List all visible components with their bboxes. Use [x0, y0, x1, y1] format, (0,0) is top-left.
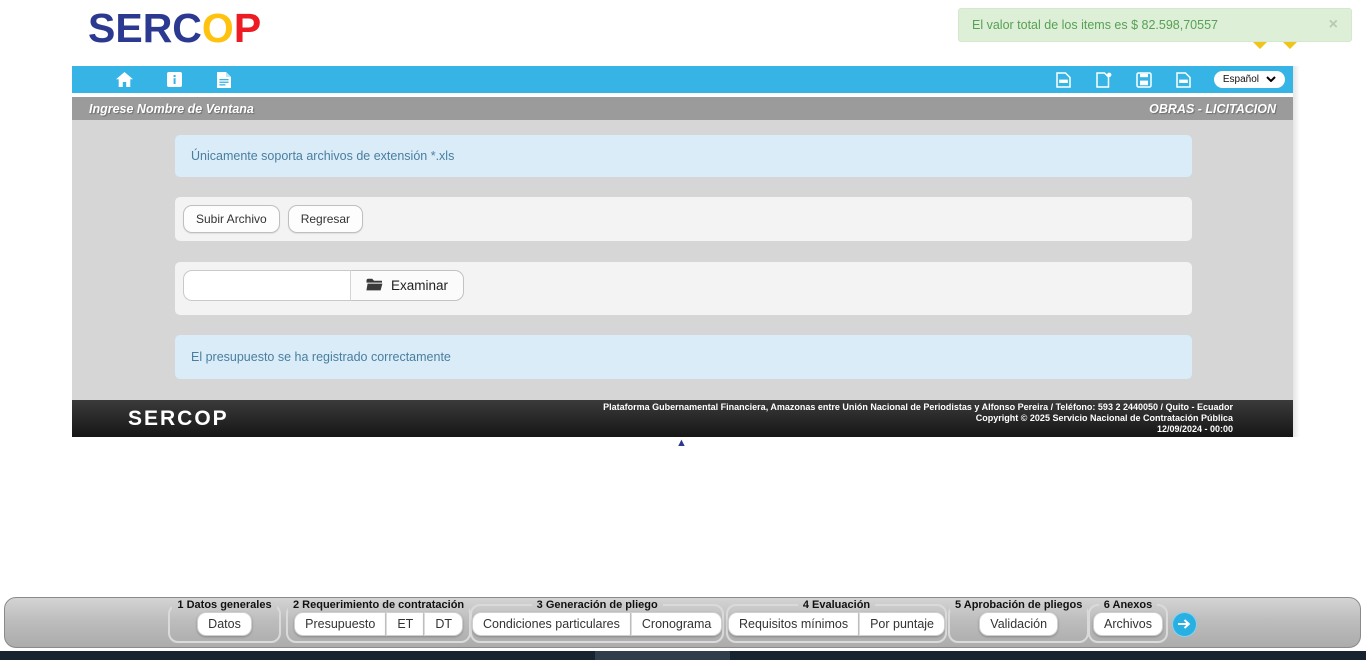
- app-window: SERCOP El valor total de los items es $ …: [0, 0, 1366, 660]
- step-group-label: 4 Evaluación: [798, 599, 875, 611]
- step-group-label: 2 Requerimiento de contratación: [288, 599, 469, 611]
- step-buttons: Presupuesto ET DT: [288, 612, 469, 636]
- step-group-label: 6 Anexos: [1099, 599, 1158, 611]
- chevron-down-icon: [1266, 74, 1276, 85]
- page-edge-shadow: [1293, 66, 1300, 437]
- footer-sercop-logo: SERCOP: [128, 407, 229, 431]
- step-buttons: Condiciones particulares Cronograma: [472, 612, 722, 636]
- close-icon[interactable]: ×: [1329, 17, 1338, 33]
- step-group-requerimiento: 2 Requerimiento de contratación Presupue…: [286, 599, 471, 643]
- sercop-logo: SERCOP: [88, 4, 261, 52]
- bottom-strip: [0, 651, 1366, 660]
- window-name-prompt: Ingrese Nombre de Ventana: [89, 102, 254, 116]
- step-group-label: 3 Generación de pliego: [532, 599, 663, 611]
- window-title-bar: Ingrese Nombre de Ventana OBRAS - LICITA…: [72, 97, 1293, 120]
- pdf-file-icon[interactable]: [1174, 70, 1194, 90]
- step-button-dt[interactable]: DT: [424, 612, 463, 636]
- save-xls-icon[interactable]: [1134, 70, 1154, 90]
- logo-text-serc: SERC: [88, 5, 202, 51]
- step-group-anexos: 6 Anexos Archivos: [1088, 599, 1168, 643]
- actions-panel: Subir Archivo Regresar: [175, 197, 1192, 241]
- toast-message: El valor total de los items es $ 82.598,…: [972, 18, 1218, 32]
- file-path-input[interactable]: [183, 270, 351, 301]
- language-selector[interactable]: Español: [1214, 71, 1285, 88]
- success-notice: El presupuesto se ha registrado correcta…: [175, 335, 1192, 379]
- step-button-condiciones-particulares[interactable]: Condiciones particulares: [472, 612, 631, 636]
- hidden-help-icon-tip: [1253, 42, 1267, 49]
- file-picker: Examinar: [183, 270, 464, 301]
- hidden-help-icon-tip: [1283, 42, 1297, 49]
- document-icon[interactable]: [214, 70, 234, 90]
- module-label: OBRAS - LICITACION: [1149, 102, 1276, 116]
- step-button-cronograma[interactable]: Cronograma: [631, 612, 722, 636]
- file-type-notice-text: Únicamente soporta archivos de extensión…: [191, 149, 454, 163]
- step-group-label: 5 Aprobación de pliegos: [950, 599, 1087, 611]
- step-button-validacion[interactable]: Validación: [979, 612, 1058, 636]
- step-group-evaluacion: 4 Evaluación Requisitos mínimos Por punt…: [726, 599, 947, 643]
- browse-button-label: Examinar: [391, 278, 448, 293]
- success-notice-text: El presupuesto se ha registrado correcta…: [191, 350, 451, 364]
- upload-file-button[interactable]: Subir Archivo: [183, 205, 280, 233]
- step-group-generacion-pliego: 3 Generación de pliego Condiciones parti…: [470, 599, 724, 643]
- step-button-por-puntaje[interactable]: Por puntaje: [859, 612, 945, 636]
- step-button-datos[interactable]: Datos: [197, 612, 252, 636]
- step-buttons: Requisitos mínimos Por puntaje: [728, 612, 945, 636]
- step-buttons: Validación: [950, 612, 1087, 636]
- bottom-strip-segment: [595, 651, 730, 660]
- footer-address-line: Plataforma Gubernamental Financiera, Ama…: [603, 402, 1233, 412]
- home-icon[interactable]: [114, 70, 134, 90]
- page-footer: SERCOP Plataforma Gubernamental Financie…: [72, 400, 1293, 437]
- step-group-datos-generales: 1 Datos generales Datos: [168, 599, 281, 643]
- step-buttons: Datos: [170, 612, 279, 636]
- step-group-label: 1 Datos generales: [172, 599, 276, 611]
- process-step-bar: 1 Datos generales Datos 2 Requerimiento …: [4, 597, 1361, 648]
- info-icon[interactable]: [164, 70, 184, 90]
- new-document-icon[interactable]: [1094, 70, 1114, 90]
- total-value-toast: El valor total de los items es $ 82.598,…: [958, 8, 1352, 42]
- file-select-panel: Examinar: [175, 262, 1192, 315]
- back-button[interactable]: Regresar: [288, 205, 363, 233]
- logo-text-p: P: [234, 5, 261, 51]
- pdf-file-icon[interactable]: [1054, 70, 1074, 90]
- step-button-archivos[interactable]: Archivos: [1093, 612, 1163, 636]
- scroll-up-indicator[interactable]: ▲: [676, 438, 687, 449]
- toolbar-left-icons: [114, 70, 234, 90]
- language-selected: Español: [1223, 74, 1259, 85]
- main-toolbar: Español: [72, 66, 1293, 93]
- logo-text-o: O: [202, 5, 234, 51]
- footer-datetime: 12/09/2024 - 00:00: [1157, 424, 1233, 434]
- footer-copyright-line: Copyright © 2025 Servicio Nacional de Co…: [976, 413, 1233, 423]
- toolbar-right-icons: Español: [1054, 70, 1285, 90]
- step-buttons: Archivos: [1090, 612, 1166, 636]
- next-step-button[interactable]: [1172, 612, 1197, 637]
- file-type-notice: Únicamente soporta archivos de extensión…: [175, 135, 1192, 177]
- footer-info: Plataforma Gubernamental Financiera, Ama…: [603, 402, 1293, 435]
- main-content: Únicamente soporta archivos de extensión…: [72, 120, 1293, 400]
- step-button-requisitos-minimos[interactable]: Requisitos mínimos: [728, 612, 859, 636]
- step-button-et[interactable]: ET: [386, 612, 424, 636]
- step-button-presupuesto[interactable]: Presupuesto: [294, 612, 386, 636]
- folder-icon: [366, 278, 383, 294]
- step-group-aprobacion-pliegos: 5 Aprobación de pliegos Validación: [948, 599, 1089, 643]
- browse-button[interactable]: Examinar: [351, 270, 464, 301]
- arrow-right-icon: [1178, 616, 1191, 634]
